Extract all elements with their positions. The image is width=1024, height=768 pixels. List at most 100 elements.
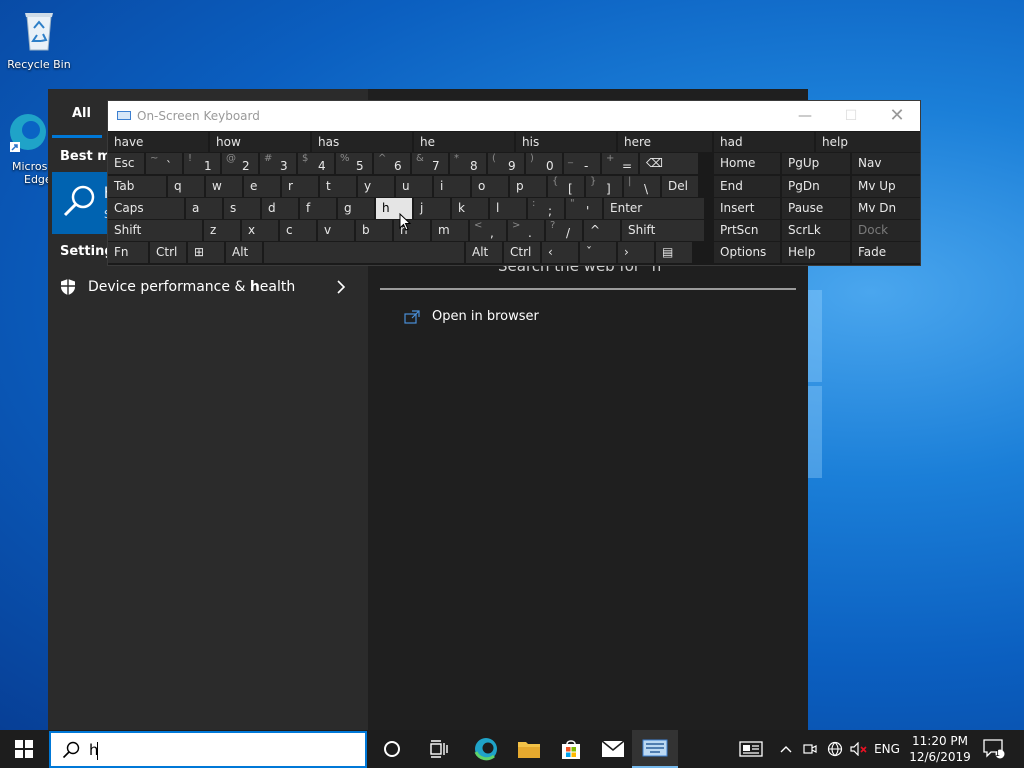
key-k[interactable]: k (452, 198, 488, 219)
mail-button[interactable] (590, 730, 636, 768)
nav-key-scrlk[interactable]: ScrLk (782, 220, 850, 241)
key-)-0[interactable]: ) 0 (526, 153, 562, 174)
key-^[interactable]: ^ (584, 220, 620, 241)
key-_--[interactable]: _ - (564, 153, 600, 174)
maximize-button[interactable]: ☐ (828, 101, 874, 131)
network-tray-icon[interactable] (824, 730, 846, 768)
key-q[interactable]: q (168, 176, 204, 197)
key-b[interactable]: b (356, 220, 392, 241)
nav-key-options[interactable]: Options (714, 242, 780, 263)
key-g[interactable]: g (338, 198, 374, 219)
key-i[interactable]: i (434, 176, 470, 197)
key-Del[interactable]: Del (662, 176, 698, 197)
key-v[interactable]: v (318, 220, 354, 241)
suggestion-help[interactable]: help (816, 132, 920, 152)
nav-key-insert[interactable]: Insert (714, 198, 780, 219)
nav-key-prtscn[interactable]: PrtScn (714, 220, 780, 241)
close-button[interactable]: ✕ (874, 101, 920, 131)
nav-key-pgdn[interactable]: PgDn (782, 176, 850, 197)
action-center-button[interactable]: 1 (980, 730, 1008, 768)
task-view-button[interactable] (416, 730, 462, 768)
key-?-/[interactable]: ? / (546, 220, 582, 241)
nav-key-pgup[interactable]: PgUp (782, 153, 850, 174)
key-m[interactable]: m (432, 220, 468, 241)
volume-muted-tray-icon[interactable] (848, 730, 870, 768)
key-|-\[interactable]: | \ (624, 176, 660, 197)
meet-now-tray-icon[interactable] (800, 730, 820, 768)
tab-all[interactable]: All (72, 106, 91, 121)
key-$-4[interactable]: $4 (298, 153, 334, 174)
key-p[interactable]: p (510, 176, 546, 197)
key-Shift[interactable]: Shift (108, 220, 202, 241)
key-!-1[interactable]: ! 1 (184, 153, 220, 174)
key-Ctrl[interactable]: Ctrl (150, 242, 186, 263)
edge-taskbar-button[interactable] (463, 730, 509, 768)
nav-key-home[interactable]: Home (714, 153, 780, 174)
key->-.[interactable]: >. (508, 220, 544, 241)
nav-key-fade[interactable]: Fade (852, 242, 920, 263)
cortana-button[interactable] (369, 730, 415, 768)
language-indicator[interactable]: ENG (872, 730, 902, 768)
key-~-`[interactable]: ~ ` (146, 153, 182, 174)
key-{-[[interactable]: {[ (548, 176, 584, 197)
key-⌫[interactable]: ⌫ (640, 153, 698, 174)
key-a[interactable]: a (186, 198, 222, 219)
nav-key-pause[interactable]: Pause (782, 198, 850, 219)
suggestion-had[interactable]: had (714, 132, 814, 152)
key-#-3[interactable]: #3 (260, 153, 296, 174)
suggestion-have[interactable]: have (108, 132, 208, 152)
nav-key-nav[interactable]: Nav (852, 153, 920, 174)
key-Alt[interactable]: Alt (466, 242, 502, 263)
key-Ctrl[interactable]: Ctrl (504, 242, 540, 263)
news-tray-icon[interactable] (736, 730, 766, 768)
key-s[interactable]: s (224, 198, 260, 219)
key-Fn[interactable]: Fn (108, 242, 148, 263)
suggestion-here[interactable]: here (618, 132, 712, 152)
key-Enter[interactable]: Enter (604, 198, 704, 219)
key-%-5[interactable]: % 5 (336, 153, 372, 174)
key-▤[interactable]: ▤ (656, 242, 692, 263)
key-x[interactable]: x (242, 220, 278, 241)
edge-shortcut-icon[interactable]: Micros Edge (0, 110, 54, 186)
file-explorer-button[interactable] (506, 730, 552, 768)
key-j[interactable]: j (414, 198, 450, 219)
key-space[interactable] (264, 242, 464, 263)
store-button[interactable] (548, 730, 594, 768)
nav-key-help[interactable]: Help (782, 242, 850, 263)
key-:-;[interactable]: :; (528, 198, 564, 219)
suggestion-how[interactable]: how (210, 132, 310, 152)
key-o[interactable]: o (472, 176, 508, 197)
show-hidden-icons-button[interactable] (776, 730, 796, 768)
taskbar-search-box[interactable]: h (49, 731, 367, 768)
osk-titlebar[interactable]: On-Screen Keyboard — ☐ ✕ (108, 101, 920, 131)
key-c[interactable]: c (280, 220, 316, 241)
key-t[interactable]: t (320, 176, 356, 197)
key-}-][interactable]: }] (586, 176, 622, 197)
key-w[interactable]: w (206, 176, 242, 197)
key-<-,[interactable]: <, (470, 220, 506, 241)
key-d[interactable]: d (262, 198, 298, 219)
key-@-2[interactable]: @2 (222, 153, 258, 174)
device-health-result[interactable]: Device performance & health (48, 273, 368, 301)
suggestion-his[interactable]: his (516, 132, 616, 152)
key-u[interactable]: u (396, 176, 432, 197)
suggestion-has[interactable]: has (312, 132, 412, 152)
nav-key-end[interactable]: End (714, 176, 780, 197)
nav-key-mv-dn[interactable]: Mv Dn (852, 198, 920, 219)
key-e[interactable]: e (244, 176, 280, 197)
key-r[interactable]: r (282, 176, 318, 197)
key-*-8[interactable]: * 8 (450, 153, 486, 174)
key-ˇ[interactable]: ˇ (580, 242, 616, 263)
key-l[interactable]: l (490, 198, 526, 219)
osk-taskbar-button[interactable] (632, 730, 678, 768)
nav-key-mv-up[interactable]: Mv Up (852, 176, 920, 197)
key-y[interactable]: y (358, 176, 394, 197)
key-Tab[interactable]: Tab (108, 176, 166, 197)
open-in-browser-link[interactable]: Open in browser (404, 309, 539, 324)
best-match-item[interactable]: h S (52, 172, 114, 234)
key-z[interactable]: z (204, 220, 240, 241)
key-^-6[interactable]: ^ 6 (374, 153, 410, 174)
suggestion-he[interactable]: he (414, 132, 514, 152)
key-(-9[interactable]: (9 (488, 153, 524, 174)
start-button[interactable] (1, 730, 47, 768)
